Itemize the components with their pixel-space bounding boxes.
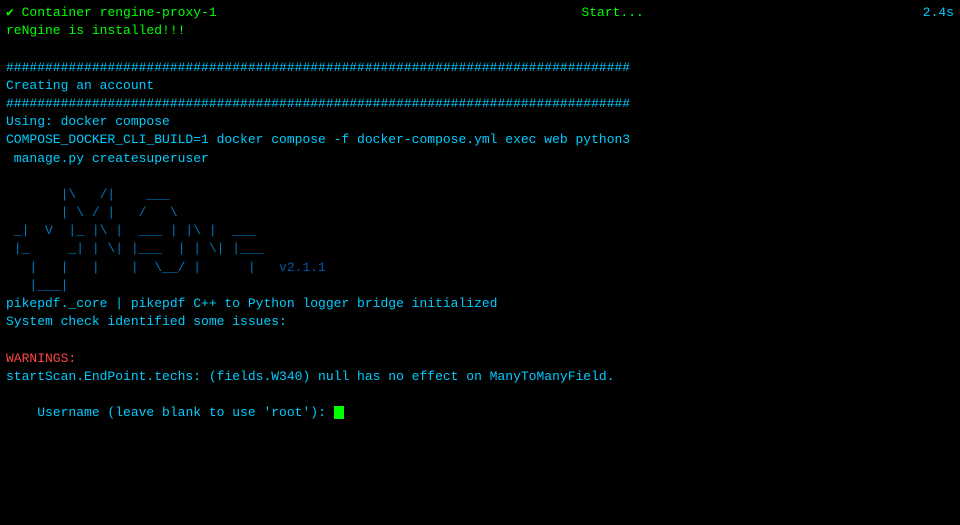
creating-account: Creating an account [6,77,954,95]
manage-cmd-line: manage.py createsuperuser [6,150,954,168]
cursor [334,406,344,419]
ascii-r3: _| V |_ |\ | ___ | |\ | ___ [6,222,954,240]
ascii-art-block: |\ /| ___ | \ / | / \ _| V |_ |\ | ___ |… [6,186,954,295]
pikepdf-line: pikepdf._core | pikepdf C++ to Python lo… [6,295,954,313]
username-prompt-text: Username (leave blank to use 'root'): [37,405,333,420]
hash-top: ########################################… [6,59,954,77]
blank-1 [6,40,954,58]
installed-line: reNgine is installed!!! [6,22,954,40]
hash-bottom: ########################################… [6,95,954,113]
ascii-r2: | \ / | / \ [6,204,954,222]
using-docker-line: Using: docker compose [6,113,954,131]
ascii-r4: |_ _| | \| |___ | | \| |___ [6,240,954,258]
system-check-line: System check identified some issues: [6,313,954,331]
username-prompt-line[interactable]: Username (leave blank to use 'root'): [6,386,954,441]
blank-3 [6,331,954,349]
warning-detail-line: startScan.EndPoint.techs: (fields.W340) … [6,368,954,386]
blank-2 [6,168,954,186]
compose-cmd-line: COMPOSE_DOCKER_CLI_BUILD=1 docker compos… [6,131,954,149]
ascii-r5: | | | | \__/ | | v2.1.1 [6,259,954,277]
warnings-label: WARNINGS: [6,350,954,368]
header-line: ✔ Container rengine-proxy-1 Start...2.4s [6,4,954,22]
ascii-r6: |___| [6,277,954,295]
ascii-art-rendered: |\ /| ___ | \ / | / \ _| V |_ |\ | ___ |… [6,186,954,295]
terminal-window: ✔ Container rengine-proxy-1 Start...2.4s… [0,0,960,525]
checkmark-icon: ✔ Container rengine-proxy-1 [6,4,217,22]
ascii-r1: |\ /| ___ [6,186,954,204]
